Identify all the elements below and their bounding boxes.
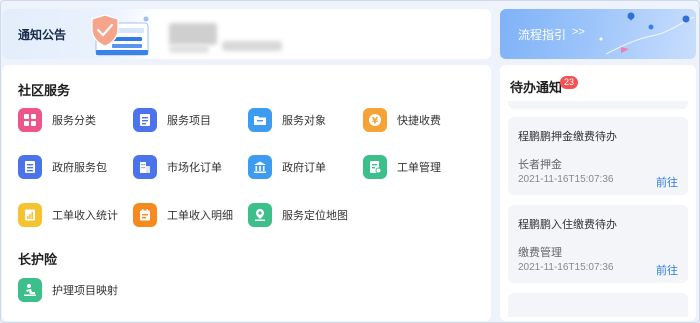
quick-charge-button[interactable]: ¥ 快捷收费 (363, 107, 441, 133)
care-icon (18, 278, 42, 302)
building-icon (133, 155, 157, 179)
service-label: 服务定位地图 (282, 210, 348, 222)
market-order-button[interactable]: 市场化订单 (133, 154, 222, 180)
workorder-income-stats-button[interactable]: 工单收入统计 (18, 202, 118, 228)
service-label: 工单收入统计 (52, 210, 118, 222)
todo-card-title: 程鹏鹏押金缴费待办 (518, 131, 617, 143)
dashboard-frame: 通知公告 流程指引 >> 社区服务 服务分类 服务项目 服务对象 ¥ 快捷收费 … (0, 0, 700, 323)
map-pin-icon (248, 203, 272, 227)
blurred-notice-content (169, 45, 209, 53)
notice-bar[interactable]: 通知公告 (2, 9, 491, 59)
workorder-icon (363, 155, 387, 179)
notice-header: 通知公告 (2, 9, 157, 59)
service-label: 工单管理 (397, 162, 441, 174)
service-label: 市场化订单 (167, 162, 222, 174)
yuan-icon: ¥ (363, 108, 387, 132)
package-icon (18, 155, 42, 179)
goto-link[interactable]: 前往 (656, 262, 678, 278)
todo-count-badge: 23 (560, 76, 579, 89)
service-label: 服务项目 (167, 115, 211, 127)
care-item-mapping-button[interactable]: 护理项目映射 (18, 277, 118, 303)
government-icon (248, 155, 272, 179)
notice-illustration-icon (91, 14, 149, 56)
todo-card-time: 2021-11-16T15:07:36 (518, 262, 614, 273)
gov-package-button[interactable]: 政府服务包 (18, 154, 107, 180)
service-label: 快捷收费 (397, 115, 441, 127)
category-icon (18, 108, 42, 132)
todo-card[interactable]: 程鹏鹏入住缴费待办 缴费管理 2021-11-16T15:07:36 前往 (508, 205, 688, 283)
workorder-manage-button[interactable]: 工单管理 (363, 154, 441, 180)
folder-icon (248, 108, 272, 132)
todo-list[interactable]: 程鹏鹏押金缴费待办 长者押金 2021-11-16T15:07:36 前往 程鹏… (508, 101, 688, 317)
process-guide-label: 流程指引 (518, 28, 567, 42)
todo-card-type: 缴费管理 (518, 247, 562, 259)
todo-card-type: 长者押金 (518, 159, 562, 171)
list-icon (133, 108, 157, 132)
workorder-income-detail-button[interactable]: 工单收入明细 (133, 202, 233, 228)
todo-title: 待办通知 (510, 80, 563, 95)
calendar-icon (133, 203, 157, 227)
goto-link[interactable]: 前往 (656, 174, 678, 190)
service-map-button[interactable]: 服务定位地图 (248, 202, 348, 228)
todo-card[interactable]: 程鹏鹏押金缴费待办 长者押金 2021-11-16T15:07:36 前往 (508, 117, 688, 195)
notice-title: 通知公告 (18, 28, 67, 42)
service-label: 政府服务包 (52, 162, 107, 174)
todo-card-title: 程鹏鹏入住缴费待办 (518, 219, 617, 231)
todo-card-partial (508, 293, 688, 317)
section-title-community: 社区服务 (18, 83, 71, 98)
service-category-button[interactable]: 服务分类 (18, 107, 96, 133)
todo-card-time: 2021-11-16T15:07:36 (518, 174, 614, 185)
service-label: 工单收入明细 (167, 210, 233, 222)
service-item-button[interactable]: 服务项目 (133, 107, 211, 133)
svg-text:¥: ¥ (372, 117, 379, 127)
chart-icon (18, 203, 42, 227)
service-label: 政府订单 (282, 162, 326, 174)
service-target-button[interactable]: 服务对象 (248, 107, 326, 133)
blurred-notice-content (169, 23, 217, 45)
todo-card-partial (508, 101, 688, 109)
section-title-care-insurance: 长护险 (18, 252, 58, 267)
gov-order-button[interactable]: 政府订单 (248, 154, 326, 180)
service-label: 护理项目映射 (52, 285, 118, 297)
service-label: 服务分类 (52, 115, 96, 127)
todo-panel: 待办通知 23 程鹏鹏押金缴费待办 长者押金 2021-11-16T15:07:… (500, 65, 696, 321)
service-label: 服务对象 (282, 115, 326, 127)
services-panel: 社区服务 服务分类 服务项目 服务对象 ¥ 快捷收费 政府服务包 市场化订单 政… (2, 65, 491, 321)
map-illustration-icon (599, 12, 695, 55)
blurred-notice-content (222, 41, 282, 51)
